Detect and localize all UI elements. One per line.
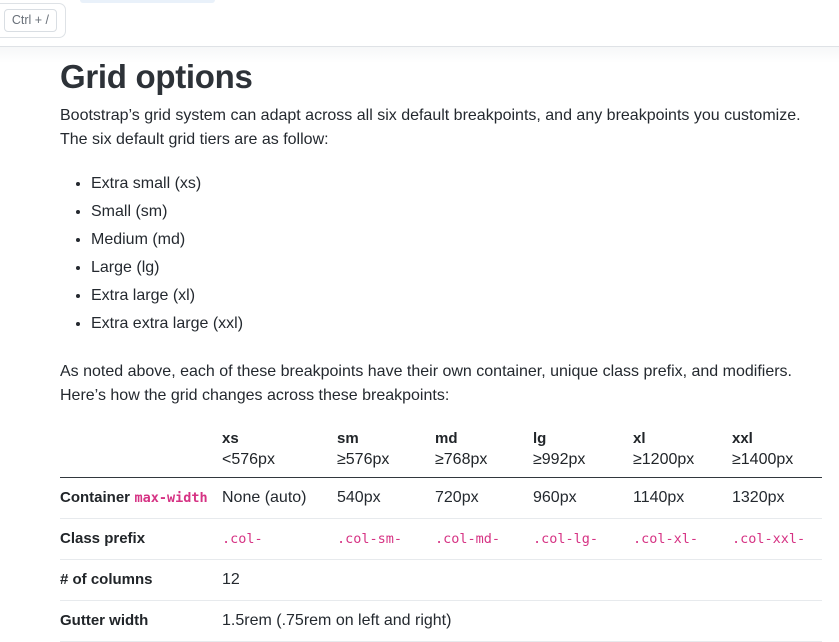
column-header-xs: xs<576px [222,426,337,478]
note-paragraph: As noted above, each of these breakpoint… [60,360,821,408]
table-cell: .col-xl- [633,519,732,560]
row-header: Class prefix [60,519,222,560]
column-header-sm: sm≥576px [337,426,435,478]
page-title: Grid options [60,58,821,96]
grid-table-header-row: xs<576pxsm≥576pxmd≥768pxlg≥992pxxl≥1200p… [60,426,822,478]
inline-code: .col- [222,531,263,547]
inline-code: .col-sm- [337,531,402,547]
inline-code: .col-lg- [533,531,598,547]
table-cell: 720px [435,478,533,519]
breakpoint-list-item: Extra small (xs) [91,172,821,196]
breakpoint-list-item: Large (lg) [91,256,821,280]
column-header-xl: xl≥1200px [633,426,732,478]
breakpoint-list-item: Medium (md) [91,228,821,252]
inline-code: max-width [134,490,207,506]
breakpoint-list-item: Small (sm) [91,200,821,224]
grid-options-table: xs<576pxsm≥576pxmd≥768pxlg≥992pxxl≥1200p… [60,426,822,642]
breakpoint-list-item: Extra extra large (xxl) [91,312,821,336]
table-cell: .col-lg- [533,519,633,560]
keyboard-shortcut-hint: Ctrl + / [4,9,57,32]
column-header-lg: lg≥992px [533,426,633,478]
table-cell: 1140px [633,478,732,519]
column-header-md: md≥768px [435,426,533,478]
inline-code: .col-xxl- [732,531,805,547]
search-input[interactable]: Ctrl + / [0,3,66,38]
top-navbar: Ctrl + / [0,0,839,47]
inline-code: .col-md- [435,531,500,547]
table-cell: .col-md- [435,519,533,560]
column-header-empty [60,426,222,478]
table-row: Container max-widthNone (auto)540px720px… [60,478,822,519]
column-header-xxl: xxl≥1400px [732,426,822,478]
table-row: Gutter width1.5rem (.75rem on left and r… [60,601,822,642]
table-cell: .col- [222,519,337,560]
table-cell: 1320px [732,478,822,519]
inline-code: .col-xl- [633,531,698,547]
article: Grid options Bootstrap’s grid system can… [0,58,839,642]
table-cell: .col-xxl- [732,519,822,560]
intro-paragraph: Bootstrap’s grid system can adapt across… [60,104,821,152]
table-row: # of columns12 [60,560,822,601]
row-header: Gutter width [60,601,222,642]
table-cell: .col-sm- [337,519,435,560]
row-header: Container max-width [60,478,222,519]
row-header: # of columns [60,560,222,601]
breakpoint-list-item: Extra large (xl) [91,284,821,308]
grid-table-body: Container max-widthNone (auto)540px720px… [60,478,822,642]
table-row: Class prefix.col- .col-sm- .col-md- .col-lg… [60,519,822,560]
table-cell: None (auto) [222,478,337,519]
breakpoint-list: Extra small (xs) Small (sm) Medium (md) Lar… [60,172,821,336]
table-cell: 540px [337,478,435,519]
active-nav-highlight [80,0,215,3]
table-cell: 1.5rem (.75rem on left and right) [222,601,822,642]
table-cell: 960px [533,478,633,519]
table-cell: 12 [222,560,822,601]
